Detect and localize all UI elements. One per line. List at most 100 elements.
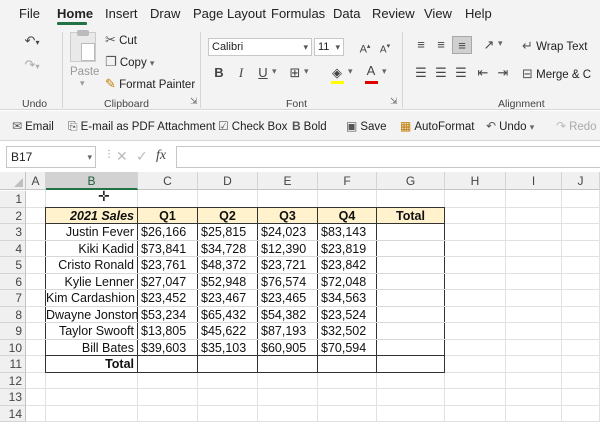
paste-dropdown-icon[interactable]: ▾ <box>80 78 85 89</box>
name-cell[interactable]: Kim Cardashion <box>46 290 137 307</box>
check-box-button[interactable]: ☑ Check Box <box>218 119 287 133</box>
tab-file[interactable]: File <box>19 6 40 21</box>
align-middle-icon[interactable]: ≡ <box>432 36 450 54</box>
insert-function-icon[interactable]: fx <box>156 148 166 164</box>
clipboard-launcher-icon[interactable]: ⇲ <box>190 96 198 107</box>
header-cell-q4[interactable]: Q4 <box>318 208 376 225</box>
value-cell[interactable]: $23,452 <box>138 290 197 307</box>
column-header-b[interactable]: B <box>46 172 138 190</box>
bold-button[interactable]: B <box>210 64 228 82</box>
underline-dropdown-icon[interactable]: ▾ <box>272 66 277 77</box>
row-header-4[interactable]: 4 <box>0 240 26 257</box>
grow-font-icon[interactable]: A▴ <box>356 38 374 56</box>
header-cell-q2[interactable]: Q2 <box>198 208 257 225</box>
font-color-icon[interactable]: A <box>362 62 380 80</box>
name-cell[interactable]: Cristo Ronald <box>46 257 137 274</box>
value-cell[interactable]: $83,143 <box>318 224 376 241</box>
value-cell[interactable]: $52,948 <box>198 274 257 291</box>
row-header-1[interactable]: 1 <box>0 191 26 208</box>
header-cell-q3[interactable]: Q3 <box>258 208 317 225</box>
value-cell[interactable]: $53,234 <box>138 307 197 324</box>
value-cell[interactable]: $32,502 <box>318 323 376 340</box>
column-header-j[interactable]: J <box>562 172 600 190</box>
value-cell[interactable]: $48,372 <box>198 257 257 274</box>
row-header-6[interactable]: 6 <box>0 273 26 290</box>
row-header-14[interactable]: 14 <box>0 405 26 422</box>
orientation-icon[interactable]: ↗ <box>480 36 498 54</box>
cut-button[interactable]: ✂ Cut <box>105 32 137 48</box>
row-header-12[interactable]: 12 <box>0 372 26 389</box>
value-cell[interactable]: $72,048 <box>318 274 376 291</box>
column-header-d[interactable]: D <box>198 172 258 190</box>
value-cell[interactable]: $45,622 <box>198 323 257 340</box>
value-cell[interactable]: $23,524 <box>318 307 376 324</box>
value-cell[interactable]: $54,382 <box>258 307 317 324</box>
shrink-font-icon[interactable]: A▾ <box>376 38 394 56</box>
orientation-dropdown-icon[interactable]: ▾ <box>498 38 503 49</box>
value-cell[interactable]: $70,594 <box>318 340 376 357</box>
row-header-13[interactable]: 13 <box>0 389 26 406</box>
row-header-3[interactable]: 3 <box>0 224 26 241</box>
save-button[interactable]: ▣ Save <box>346 119 387 133</box>
tab-insert[interactable]: Insert <box>105 6 138 21</box>
redo-qat-button[interactable]: ↷ Redo <box>556 119 597 133</box>
value-cell[interactable]: $23,842 <box>318 257 376 274</box>
autoformat-button[interactable]: ▦ AutoFormat <box>400 119 474 133</box>
row-header-7[interactable]: 7 <box>0 290 26 307</box>
tab-draw[interactable]: Draw <box>150 6 180 21</box>
header-cell-q1[interactable]: Q1 <box>138 208 197 225</box>
align-top-icon[interactable]: ≡ <box>412 36 430 54</box>
column-header-g[interactable]: G <box>377 172 445 190</box>
value-cell[interactable]: $60,905 <box>258 340 317 357</box>
value-cell[interactable]: $76,574 <box>258 274 317 291</box>
column-header-c[interactable]: C <box>138 172 198 190</box>
email-pdf-button[interactable]: ⎘ E-mail as PDF Attachment <box>68 119 215 134</box>
value-cell[interactable]: $23,465 <box>258 290 317 307</box>
redo-icon[interactable]: ↷▾ <box>20 56 44 74</box>
fill-dropdown-icon[interactable]: ▾ <box>348 66 353 77</box>
align-right-icon[interactable]: ☰ <box>452 64 470 82</box>
undo-icon[interactable]: ↶▾ <box>20 32 44 50</box>
bold-qat-button[interactable]: B Bold <box>292 119 327 133</box>
row-header-5[interactable]: 5 <box>0 257 26 274</box>
select-all-corner[interactable] <box>0 172 26 190</box>
value-cell[interactable]: $34,563 <box>318 290 376 307</box>
name-cell[interactable]: Justin Fever <box>46 224 137 241</box>
name-cell[interactable]: Kylie Lenner <box>46 274 137 291</box>
row-header-9[interactable]: 9 <box>0 323 26 340</box>
value-cell[interactable]: $35,103 <box>198 340 257 357</box>
value-cell[interactable]: $12,390 <box>258 241 317 258</box>
tab-page-layout[interactable]: Page Layout <box>193 6 266 21</box>
align-center-icon[interactable]: ☰ <box>432 64 450 82</box>
borders-dropdown-icon[interactable]: ▾ <box>304 66 309 77</box>
tab-data[interactable]: Data <box>333 6 360 21</box>
column-header-h[interactable]: H <box>445 172 506 190</box>
underline-button[interactable]: U <box>254 64 272 82</box>
header-cell-total[interactable]: Total <box>377 208 444 225</box>
font-launcher-icon[interactable]: ⇲ <box>390 96 398 107</box>
row-header-11[interactable]: 11 <box>0 356 26 373</box>
column-header-i[interactable]: I <box>506 172 562 190</box>
value-cell[interactable]: $23,721 <box>258 257 317 274</box>
value-cell[interactable]: $13,805 <box>138 323 197 340</box>
column-header-a[interactable]: A <box>26 172 46 190</box>
decrease-indent-icon[interactable]: ⇤ <box>474 64 492 82</box>
value-cell[interactable]: $27,047 <box>138 274 197 291</box>
name-cell[interactable]: Kiki Kadid <box>46 241 137 258</box>
align-bottom-icon[interactable]: ≡ <box>452 36 472 54</box>
row-header-2[interactable]: 2 <box>0 207 26 224</box>
font-name-select[interactable]: Calibri ▾ <box>208 38 312 56</box>
value-cell[interactable]: $26,166 <box>138 224 197 241</box>
value-cell[interactable]: $24,023 <box>258 224 317 241</box>
wrap-text-button[interactable]: ↵ Wrap Text <box>522 38 587 54</box>
value-cell[interactable]: $87,193 <box>258 323 317 340</box>
value-cell[interactable]: $65,432 <box>198 307 257 324</box>
paste-button[interactable]: Paste <box>70 66 99 78</box>
name-cell[interactable]: Taylor Swooft <box>46 323 137 340</box>
align-left-icon[interactable]: ☰ <box>412 64 430 82</box>
total-label-cell[interactable]: Total <box>46 356 137 373</box>
enter-icon[interactable]: ✓ <box>136 148 148 165</box>
value-cell[interactable]: $39,603 <box>138 340 197 357</box>
increase-indent-icon[interactable]: ⇥ <box>494 64 512 82</box>
tab-review[interactable]: Review <box>372 6 415 21</box>
